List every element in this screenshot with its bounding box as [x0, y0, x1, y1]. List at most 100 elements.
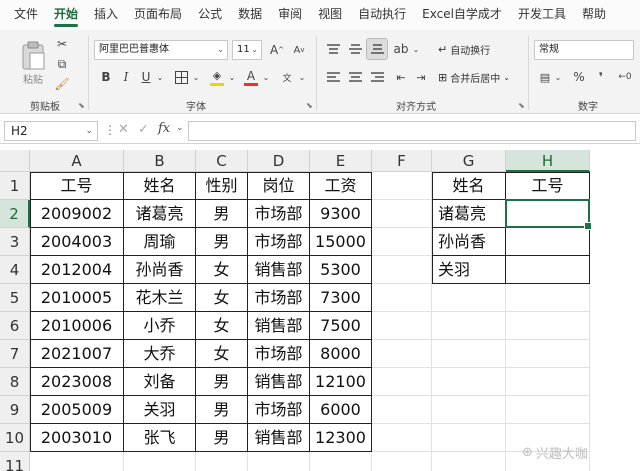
select-all-corner[interactable]	[0, 150, 30, 172]
name-box[interactable]: H2 ⌄	[4, 121, 98, 141]
cell-e9[interactable]: 6000	[310, 396, 372, 424]
row-header-6[interactable]: 6	[0, 312, 30, 340]
align-bottom-icon[interactable]	[366, 38, 388, 60]
cell-f3[interactable]	[372, 228, 432, 256]
cell-e8[interactable]: 12100	[310, 368, 372, 396]
cell-c2[interactable]: 男	[196, 200, 248, 228]
cell-a9[interactable]: 2005009	[30, 396, 124, 424]
cell-e2[interactable]: 9300	[310, 200, 372, 228]
cell-e11[interactable]	[310, 452, 372, 471]
cell-e10[interactable]: 12300	[310, 424, 372, 452]
chevron-down-icon[interactable]: ⌄	[262, 68, 270, 86]
decrease-indent-icon[interactable]: ⇤	[392, 68, 410, 86]
fill-color-icon[interactable]: ◈	[208, 66, 226, 88]
cell-c4[interactable]: 女	[196, 256, 248, 284]
cell-e4[interactable]: 5300	[310, 256, 372, 284]
cell-h8[interactable]	[506, 368, 590, 396]
chevron-down-icon[interactable]: ⌄	[298, 68, 306, 86]
align-center-icon[interactable]	[346, 68, 364, 86]
cell-a2[interactable]: 2009002	[30, 200, 124, 228]
cell-a4[interactable]: 2012004	[30, 256, 124, 284]
row-header-8[interactable]: 8	[0, 368, 30, 396]
accounting-format-icon[interactable]: ▤	[536, 68, 554, 86]
underline-icon[interactable]: U	[138, 68, 154, 86]
increase-font-icon[interactable]: A ^	[268, 40, 286, 60]
increase-decimal-icon[interactable]: ←0	[614, 68, 636, 86]
cell-f8[interactable]	[372, 368, 432, 396]
cell-a7[interactable]: 2021007	[30, 340, 124, 368]
clipboard-launcher-icon[interactable]: ⬊	[78, 101, 85, 110]
column-header-f[interactable]: F	[372, 150, 432, 172]
cancel-icon[interactable]: ✕	[118, 122, 129, 137]
row-header-2[interactable]: 2	[0, 200, 30, 228]
row-header-1[interactable]: 1	[0, 172, 30, 200]
menu-tab-0[interactable]: 文件	[6, 5, 46, 30]
cell-c11[interactable]	[196, 452, 248, 471]
row-header-4[interactable]: 4	[0, 256, 30, 284]
align-left-icon[interactable]	[324, 68, 342, 86]
wrap-text-button[interactable]: ↵ 自动换行	[438, 42, 490, 57]
cell-g2[interactable]: 诸葛亮	[432, 200, 506, 228]
more-options-icon[interactable]: ⋮	[104, 123, 116, 137]
cell-e3[interactable]: 15000	[310, 228, 372, 256]
cell-d7[interactable]: 市场部	[248, 340, 310, 368]
row-header-3[interactable]: 3	[0, 228, 30, 256]
cell-g6[interactable]	[432, 312, 506, 340]
cell-d1[interactable]: 岗位	[248, 172, 310, 200]
font-size-select[interactable]: 11 ⌄	[232, 40, 262, 60]
cell-e5[interactable]: 7300	[310, 284, 372, 312]
cell-a5[interactable]: 2010005	[30, 284, 124, 312]
row-header-9[interactable]: 9	[0, 396, 30, 424]
column-header-b[interactable]: B	[124, 150, 196, 172]
chevron-down-icon[interactable]: ⌄	[156, 68, 164, 86]
column-header-d[interactable]: D	[248, 150, 310, 172]
number-format-select[interactable]: 常规	[534, 40, 634, 60]
cell-c5[interactable]: 女	[196, 284, 248, 312]
cell-c3[interactable]: 男	[196, 228, 248, 256]
cell-f10[interactable]	[372, 424, 432, 452]
row-header-11[interactable]: 11	[0, 452, 30, 471]
increase-indent-icon[interactable]: ⇥	[412, 68, 430, 86]
cell-d9[interactable]: 市场部	[248, 396, 310, 424]
insert-function-icon[interactable]: fx	[158, 121, 170, 136]
cell-f9[interactable]	[372, 396, 432, 424]
cell-b7[interactable]: 大乔	[124, 340, 196, 368]
cell-c10[interactable]: 男	[196, 424, 248, 452]
copy-icon[interactable]: ⧉	[54, 56, 70, 72]
cell-b1[interactable]: 姓名	[124, 172, 196, 200]
cell-f4[interactable]	[372, 256, 432, 284]
cell-d11[interactable]	[248, 452, 310, 471]
percent-icon[interactable]: %	[570, 68, 588, 86]
cell-b6[interactable]: 小乔	[124, 312, 196, 340]
cell-f2[interactable]	[372, 200, 432, 228]
cell-h5[interactable]	[506, 284, 590, 312]
cell-b2[interactable]: 诸葛亮	[124, 200, 196, 228]
row-header-5[interactable]: 5	[0, 284, 30, 312]
cell-h9[interactable]	[506, 396, 590, 424]
cell-a6[interactable]: 2010006	[30, 312, 124, 340]
cell-c6[interactable]: 女	[196, 312, 248, 340]
chevron-down-icon[interactable]: ⌄	[554, 68, 562, 86]
phonetic-icon[interactable]: 文	[278, 68, 296, 86]
cell-c8[interactable]: 男	[196, 368, 248, 396]
cut-icon[interactable]: ✂	[54, 36, 70, 52]
menu-tab-9[interactable]: Excel自学成才	[414, 5, 510, 30]
cell-f1[interactable]	[372, 172, 432, 200]
cell-d3[interactable]: 市场部	[248, 228, 310, 256]
cell-g8[interactable]	[432, 368, 506, 396]
menu-tab-4[interactable]: 公式	[190, 5, 230, 30]
formula-input[interactable]	[188, 121, 636, 141]
cell-a1[interactable]: 工号	[30, 172, 124, 200]
cell-e1[interactable]: 工资	[310, 172, 372, 200]
cell-b11[interactable]	[124, 452, 196, 471]
menu-tab-2[interactable]: 插入	[86, 5, 126, 30]
cell-b8[interactable]: 刘备	[124, 368, 196, 396]
cell-f5[interactable]	[372, 284, 432, 312]
menu-tab-10[interactable]: 开发工具	[510, 5, 574, 30]
alignment-launcher-icon[interactable]: ⬊	[518, 101, 525, 110]
italic-icon[interactable]: I	[118, 68, 134, 86]
align-middle-icon[interactable]	[346, 40, 364, 58]
chevron-down-icon[interactable]: ⌄	[412, 40, 420, 58]
menu-tab-6[interactable]: 审阅	[270, 5, 310, 30]
cell-c7[interactable]: 女	[196, 340, 248, 368]
